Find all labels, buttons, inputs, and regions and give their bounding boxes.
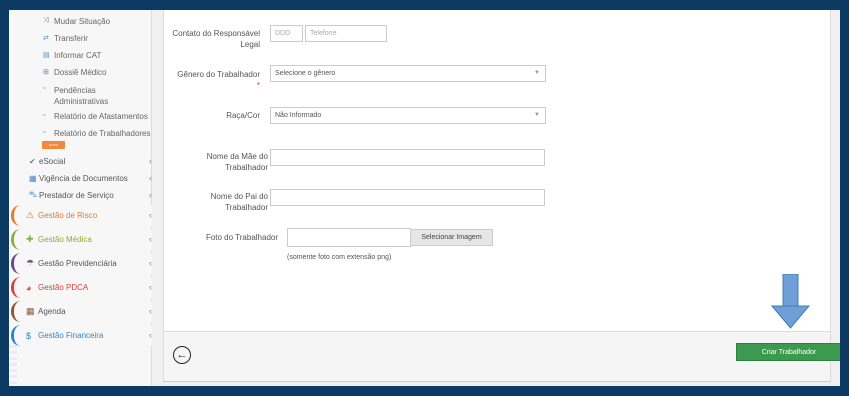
sidebar-group-label: Gestão Previdenciária <box>38 259 117 268</box>
chevron-left-icon: ‹ <box>149 330 152 340</box>
sidebar-group-label: Gestão PDCA <box>38 283 89 292</box>
document-icon: ▫ <box>43 112 46 119</box>
shuffle-icon: ⤨ <box>43 17 49 24</box>
mother-name-input[interactable] <box>270 149 545 166</box>
sidebar-group-label: Gestão de Risco <box>38 211 98 220</box>
photo-hint: (somente foto com extensão png) <box>287 254 392 261</box>
calendar-icon: ▦ <box>26 306 35 316</box>
phone-input[interactable]: Telefone <box>305 25 387 42</box>
chevron-left-icon: ‹ <box>149 234 152 244</box>
sidebar-item-mudar-situacao[interactable]: ⤨ Mudar Situação <box>43 17 110 26</box>
required-marker: * <box>256 81 260 90</box>
select-image-button[interactable]: Selecionar Imagem <box>410 229 493 246</box>
new-badge: novo <box>42 141 65 149</box>
chevron-left-icon: ‹ <box>149 156 152 166</box>
car-icon: ⛍ <box>29 190 38 199</box>
chevron-left-icon: ‹ <box>149 210 152 220</box>
sidebar-group-label: Gestão Médica <box>38 235 92 244</box>
father-name-label: Nome do Pai do Trabalhador <box>210 192 268 212</box>
sidebar-item-label: Pendências Administrativas <box>54 86 109 106</box>
document-icon: ▫ <box>43 85 46 92</box>
warning-icon: ⚠ <box>26 210 35 220</box>
medical-icon: ✚ <box>26 234 34 244</box>
sidebar-group-label: Gestão Financeira <box>38 331 104 340</box>
gender-label: Gênero do Trabalhador * <box>177 70 260 90</box>
sidebar-group-gestao-risco[interactable]: ⚠ Gestão de Risco ‹ <box>11 205 152 226</box>
sidebar-group-gestao-financeira[interactable]: $ Gestão Financeira ‹ <box>11 325 152 346</box>
sidebar-item-pendencias[interactable]: ▫ Pendências Administrativas <box>43 85 148 107</box>
form-footer: ← Criar Trabalhador <box>164 331 840 381</box>
race-select-value: Não Informado <box>275 112 322 119</box>
race-label: Raça/Cor <box>226 111 260 120</box>
caret-down-icon: ▼ <box>534 70 540 76</box>
dollar-icon: $ <box>26 330 32 341</box>
chevron-left-icon: ‹ <box>149 173 152 183</box>
document-icon: ▫ <box>43 129 46 136</box>
sidebar-item-transferir[interactable]: ⇄ Transferir <box>43 34 88 43</box>
sidebar-item-esocial[interactable]: ✔ eSocial ‹ <box>29 154 152 168</box>
sidebar-item-dossie-medico[interactable]: ⊞ Dossiê Médico <box>43 68 106 77</box>
sidebar-item-label: Vigência de Documentos <box>39 173 128 183</box>
check-icon: ✔ <box>29 156 36 166</box>
document-icon: ▤ <box>43 52 50 59</box>
sidebar: ⤨ Mudar Situação ⇄ Transferir ▤ Informar… <box>9 10 152 386</box>
sidebar-item-vigencia[interactable]: ▦ Vigência de Documentos ‹ <box>29 171 152 185</box>
plus-box-icon: ⊞ <box>43 69 49 76</box>
down-arrow-annotation-icon <box>771 274 811 329</box>
app-frame: ⤨ Mudar Situação ⇄ Transferir ▤ Informar… <box>9 10 840 386</box>
sidebar-item-informar-cat[interactable]: ▤ Informar CAT <box>43 51 101 60</box>
back-arrow-icon[interactable]: ← <box>173 346 191 364</box>
sidebar-scroll-strip <box>9 345 17 386</box>
sidebar-group-gestao-medica[interactable]: ✚ Gestão Médica ‹ <box>11 229 152 250</box>
sidebar-item-label: Prestador de Serviço <box>39 190 114 200</box>
gender-select-value: Selecione o gênero <box>275 70 336 77</box>
pie-chart-icon: ◕ <box>26 282 32 293</box>
caret-down-icon: ▼ <box>534 112 540 118</box>
sidebar-item-relatorio-trabalhadores[interactable]: ▫ Relatório de Trabalhadores <box>43 129 151 138</box>
contact-label: Contato do Responsável Legal <box>172 29 260 49</box>
main-panel: Contato do Responsável Legal DDD Telefon… <box>163 10 840 382</box>
sidebar-item-prestador[interactable]: ⛍ Prestador de Serviço ‹ <box>29 188 152 202</box>
chevron-left-icon: ‹ <box>149 190 152 200</box>
sidebar-item-relatorio-afastamentos[interactable]: ▫ Relatório de Afastamentos <box>43 112 148 121</box>
calendar-icon: ▦ <box>29 173 37 183</box>
sidebar-item-label: Mudar Situação <box>54 17 111 26</box>
sidebar-group-agenda[interactable]: ▦ Agenda ‹ <box>11 301 152 322</box>
sidebar-item-label: Dossiê Médico <box>54 68 107 77</box>
sidebar-item-label: eSocial <box>39 156 66 166</box>
mother-name-label: Nome da Mãe do Trabalhador <box>206 152 268 172</box>
ddd-input[interactable]: DDD <box>270 25 303 42</box>
sidebar-group-label: Agenda <box>38 307 66 316</box>
chevron-left-icon: ‹ <box>149 282 152 292</box>
chevron-left-icon: ‹ <box>149 258 152 268</box>
transfer-icon: ⇄ <box>43 35 49 42</box>
create-worker-button[interactable]: Criar Trabalhador <box>736 343 840 361</box>
photo-label: Foto do Trabalhador <box>205 233 278 242</box>
sidebar-item-label: Relatório de Afastamentos <box>54 112 148 121</box>
umbrella-icon: ☂ <box>26 258 35 268</box>
photo-file-input[interactable] <box>287 228 411 247</box>
father-name-input[interactable] <box>270 189 545 206</box>
sidebar-group-gestao-previdenciaria[interactable]: ☂ Gestão Previdenciária ‹ <box>11 253 152 274</box>
chevron-left-icon: ‹ <box>149 306 152 316</box>
race-select[interactable]: Não Informado ▼ <box>270 107 546 124</box>
sidebar-item-label: Informar CAT <box>54 51 102 60</box>
sidebar-group-gestao-pdca[interactable]: ◕ Gestão PDCA ‹ <box>11 277 152 298</box>
sidebar-item-label: Transferir <box>54 34 88 43</box>
sidebar-item-label: Relatório de Trabalhadores <box>54 129 151 138</box>
gender-select[interactable]: Selecione o gênero ▼ <box>270 65 546 82</box>
